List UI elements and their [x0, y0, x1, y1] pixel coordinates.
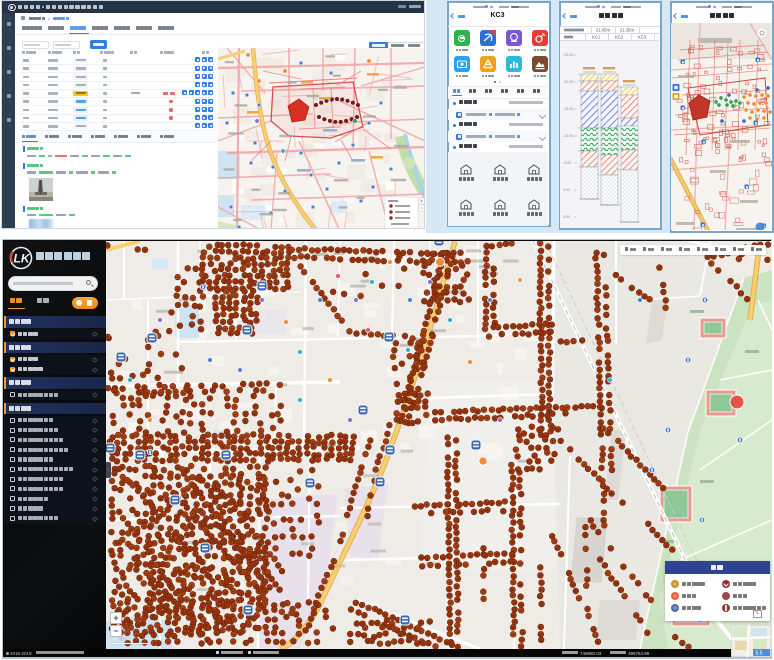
- svg-text:LK: LK: [14, 252, 31, 266]
- svg-text:0.00: 0.00: [563, 188, 570, 192]
- svg-text:-25.00: -25.00: [563, 53, 573, 57]
- svg-text:5.5: 5.5: [756, 651, 763, 657]
- svg-text:-15.00: -15.00: [563, 107, 573, 111]
- svg-text:21.05m: 21.05m: [596, 28, 610, 33]
- svg-text:21.35m: 21.35m: [620, 28, 634, 33]
- svg-text:-5.00: -5.00: [563, 161, 571, 165]
- svg-text:KC1: KC1: [592, 35, 601, 40]
- svg-text:KC3: KC3: [638, 35, 647, 40]
- svg-text:5.00: 5.00: [563, 215, 570, 219]
- svg-text:-10.00: -10.00: [563, 134, 573, 138]
- svg-text:-20.00: -20.00: [563, 80, 573, 84]
- svg-text:KC2: KC2: [615, 35, 624, 40]
